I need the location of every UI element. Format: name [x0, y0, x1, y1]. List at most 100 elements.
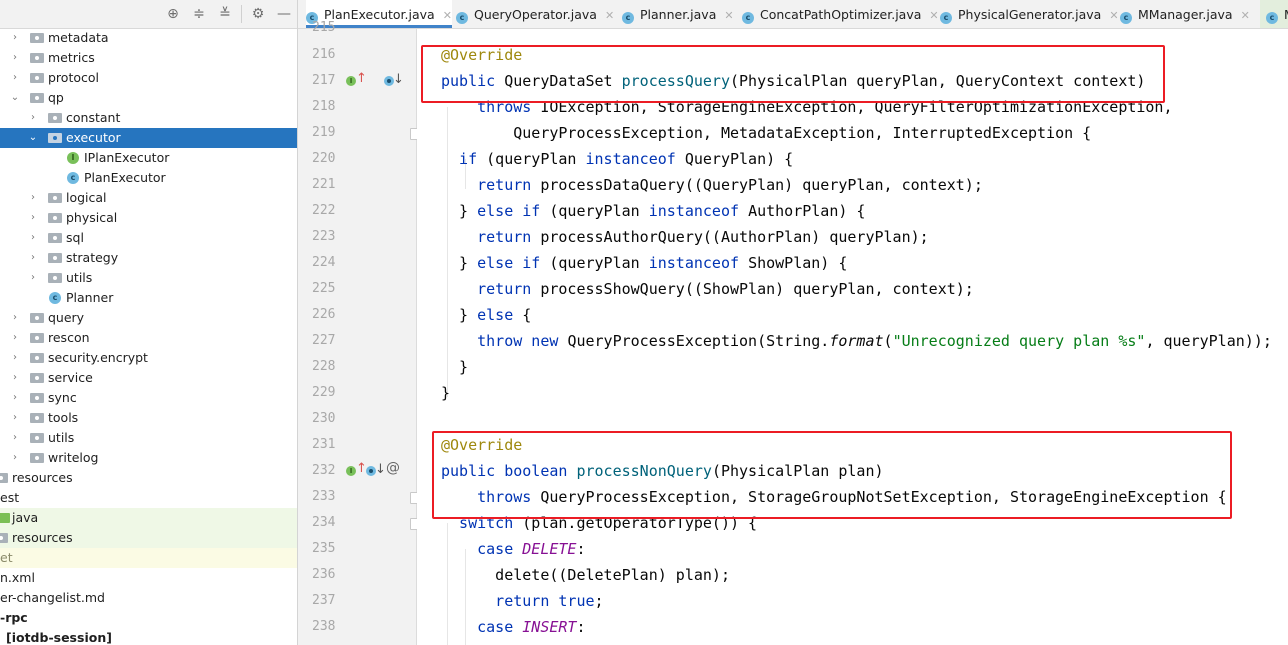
tree-item-metadata[interactable]: › metadata: [0, 28, 297, 48]
class-icon: c: [67, 172, 79, 184]
tab-physicalgenerator[interactable]: c PhysicalGenerator.java ✕: [940, 0, 1119, 28]
chevron-right-icon[interactable]: ›: [10, 308, 20, 328]
line-number: 231: [312, 437, 336, 452]
chevron-right-icon[interactable]: ›: [10, 448, 20, 468]
chevron-down-icon[interactable]: ⌄: [28, 128, 38, 148]
code-line-238: case INSERT:: [441, 614, 585, 640]
minimize-icon[interactable]: —: [276, 6, 292, 22]
folder-icon: [30, 333, 44, 343]
close-icon[interactable]: ✕: [724, 9, 733, 22]
close-icon[interactable]: ✕: [929, 9, 938, 22]
chevron-right-icon[interactable]: ›: [10, 348, 20, 368]
tree-item-strategy[interactable]: › strategy: [0, 248, 297, 268]
chevron-right-icon[interactable]: ›: [28, 208, 38, 228]
code-text: delete((DeletePlan) plan);: [441, 566, 730, 584]
tree-item-test[interactable]: est: [0, 488, 297, 508]
tab-mmanager[interactable]: c MManager.java ✕: [1120, 0, 1250, 28]
tab-queryoperator[interactable]: c QueryOperator.java ✕: [456, 0, 614, 28]
tree-item-planner[interactable]: c Planner: [0, 288, 297, 308]
close-icon[interactable]: ✕: [1109, 9, 1118, 22]
tab-planner[interactable]: c Planner.java ✕: [622, 0, 734, 28]
chevron-right-icon[interactable]: ›: [28, 248, 38, 268]
chevron-right-icon[interactable]: ›: [28, 108, 38, 128]
tree-item-writelog[interactable]: › writelog: [0, 448, 297, 468]
tree-item-tools[interactable]: › tools: [0, 408, 297, 428]
highlight-box-processquery: [421, 45, 1165, 103]
keyword: return: [441, 176, 541, 194]
tree-item-iplanexecutor[interactable]: I IPlanExecutor: [0, 148, 297, 168]
close-icon[interactable]: ✕: [443, 9, 452, 22]
tree-item-sql[interactable]: › sql: [0, 228, 297, 248]
tree-item-target[interactable]: et: [0, 548, 297, 568]
code-line-222: } else if (queryPlan instanceof AuthorPl…: [441, 198, 865, 224]
close-icon[interactable]: ✕: [1241, 9, 1250, 22]
code-editor[interactable]: @Override public QueryDataSet processQue…: [417, 29, 1288, 645]
code-text: }: [441, 254, 478, 272]
tree-item-utils[interactable]: › utils: [0, 268, 297, 288]
keyword: else if: [477, 202, 550, 220]
tree-item-metrics[interactable]: › metrics: [0, 48, 297, 68]
tree-item-utils-root[interactable]: › utils: [0, 428, 297, 448]
chevron-right-icon[interactable]: ›: [10, 428, 20, 448]
folder-icon: [30, 73, 44, 83]
at-mention-icon[interactable]: @: [386, 461, 400, 475]
line-number: 230: [312, 411, 336, 426]
keyword: instanceof: [648, 202, 749, 220]
collapse-all-icon[interactable]: ≚: [217, 6, 233, 22]
code-line-219: QueryProcessException, MetadataException…: [441, 120, 1091, 146]
tree-item-planexecutor[interactable]: c PlanExecutor: [0, 168, 297, 188]
gear-icon[interactable]: ⚙: [250, 6, 266, 22]
tree-item-label: metadata: [48, 30, 109, 45]
keyword: return true: [441, 592, 595, 610]
locate-icon[interactable]: ⊕: [165, 6, 181, 22]
tree-item-label: Planner: [66, 290, 114, 305]
tree-item-physical[interactable]: › physical: [0, 208, 297, 228]
code-line-221: return processDataQuery((QueryPlan) quer…: [441, 172, 983, 198]
chevron-right-icon[interactable]: ›: [10, 328, 20, 348]
expand-all-icon[interactable]: ≑: [191, 6, 207, 22]
chevron-right-icon[interactable]: ›: [28, 228, 38, 248]
close-icon[interactable]: ✕: [605, 9, 614, 22]
tree-item-label: query: [48, 310, 85, 325]
tree-item-security-encrypt[interactable]: › security.encrypt: [0, 348, 297, 368]
tree-item-qp[interactable]: ⌄ qp: [0, 88, 297, 108]
tree-item-rpc-module[interactable]: -rpc: [0, 608, 297, 628]
implements-interface-icon[interactable]: I: [346, 466, 356, 476]
arrow-down-icon: ↓: [375, 462, 386, 477]
tree-item-label: PlanExecutor: [84, 170, 166, 185]
editor-gutter: 215 216 217 218 219 220 221 222 223 224 …: [298, 20, 421, 645]
tree-item-executor[interactable]: ⌄ executor: [0, 128, 297, 148]
chevron-right-icon[interactable]: ›: [10, 408, 20, 428]
tree-item-test-resources[interactable]: resources: [0, 528, 297, 548]
tab-label: Planner.java: [640, 7, 717, 22]
line-number: 219: [312, 125, 336, 140]
chevron-right-icon[interactable]: ›: [10, 28, 20, 48]
tree-item-session-module[interactable]: [iotdb-session]: [0, 628, 297, 645]
chevron-right-icon[interactable]: ›: [10, 48, 20, 68]
tree-item-sync[interactable]: › sync: [0, 388, 297, 408]
tree-item-service[interactable]: › service: [0, 368, 297, 388]
tab-overflow[interactable]: cM: [1260, 0, 1288, 28]
class-icon: c: [940, 12, 952, 24]
tree-item-constant[interactable]: › constant: [0, 108, 297, 128]
code-text: QueryProcessException(String.: [567, 332, 830, 350]
chevron-right-icon[interactable]: ›: [10, 388, 20, 408]
tree-item-protocol[interactable]: › protocol: [0, 68, 297, 88]
tree-item-changelist[interactable]: er-changelist.md: [0, 588, 297, 608]
tree-item-label: service: [48, 370, 93, 385]
tree-item-rescon[interactable]: › rescon: [0, 328, 297, 348]
tree-item-logical[interactable]: › logical: [0, 188, 297, 208]
keyword: instanceof: [648, 254, 749, 272]
tree-item-pom-xml[interactable]: n.xml: [0, 568, 297, 588]
chevron-right-icon[interactable]: ›: [28, 188, 38, 208]
chevron-right-icon[interactable]: ›: [10, 368, 20, 388]
chevron-right-icon[interactable]: ›: [10, 68, 20, 88]
tab-concatpathoptimizer[interactable]: c ConcatPathOptimizer.java ✕: [742, 0, 939, 28]
tree-item-test-java[interactable]: java: [0, 508, 297, 528]
chevron-right-icon[interactable]: ›: [28, 268, 38, 288]
tree-item-resources[interactable]: resources: [0, 468, 297, 488]
chevron-down-icon[interactable]: ⌄: [10, 88, 20, 108]
tree-item-query[interactable]: › query: [0, 308, 297, 328]
class-icon: c: [49, 292, 61, 304]
implements-interface-icon[interactable]: I: [346, 76, 356, 86]
